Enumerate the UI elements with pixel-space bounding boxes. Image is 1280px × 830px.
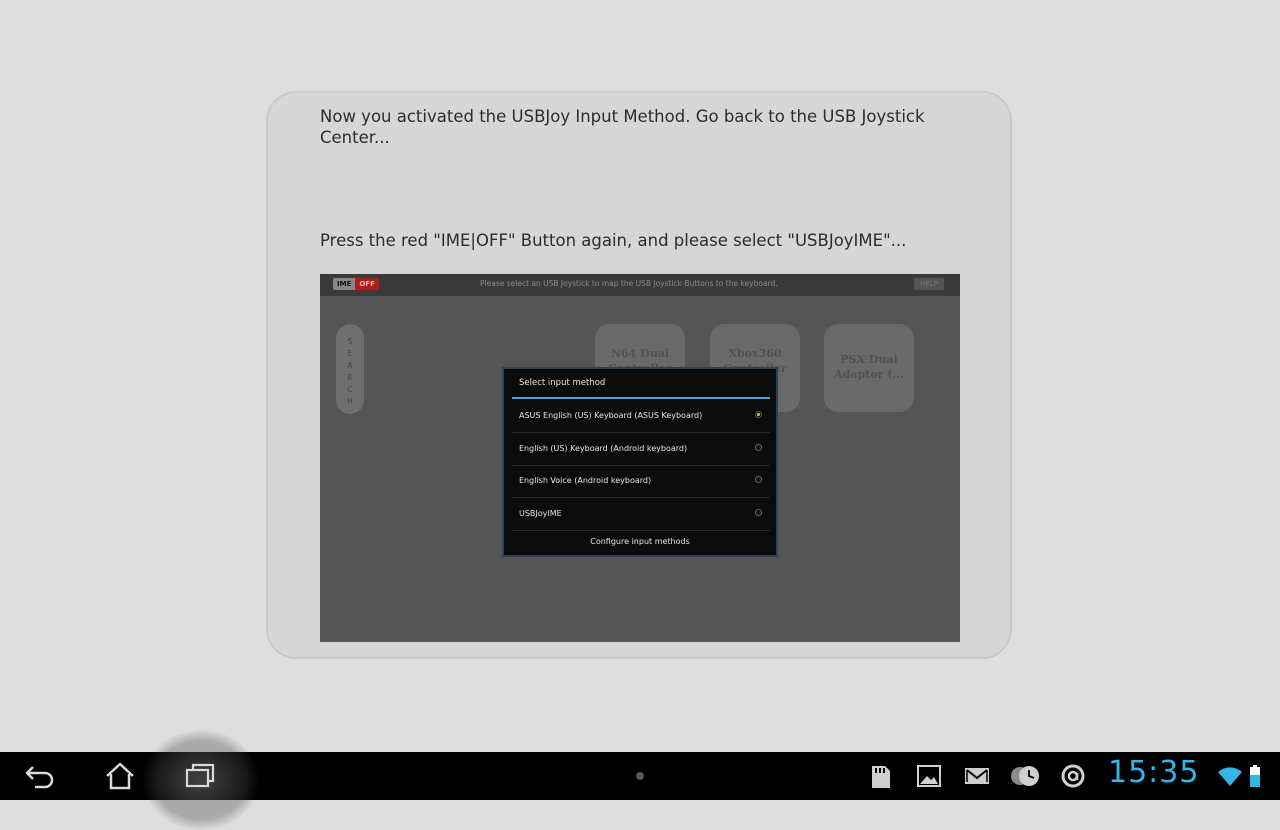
gallery-icon [917,765,941,787]
ime-label: IME [333,278,356,290]
radio-selected-icon [755,411,762,418]
battery-status[interactable] [1246,752,1264,800]
recent-apps-button[interactable] [178,752,222,800]
search-pill: S E A R C H [336,324,364,414]
home-icon [106,762,134,790]
dialog-title: Select input method [519,378,606,388]
screenshot-top-bar: IME OFF Please select an USB Joystick to… [320,274,960,296]
ime-off-button: IME OFF [333,278,379,290]
input-method-option: ASUS English (US) Keyboard (ASUS Keyboar… [512,400,770,433]
option-label: ASUS English (US) Keyboard (ASUS Keyboar… [519,411,703,420]
option-label: English Voice (Android keyboard) [519,476,652,485]
home-button[interactable] [98,752,142,800]
notification-dot [636,772,644,780]
radio-icon [755,444,762,451]
recent-apps-icon [185,763,215,788]
dialog-divider [512,397,770,399]
option-label: USBJoyIME [519,509,562,518]
sd-card-status[interactable] [866,752,896,800]
back-icon [25,766,54,789]
configure-input-methods: Configure input methods [590,537,690,546]
instruction-text-1: Now you activated the USBJoy Input Metho… [320,107,925,147]
asus-sync-status[interactable] [1058,752,1088,800]
off-label: OFF [355,278,379,290]
battery-icon [1250,765,1260,787]
gallery-status[interactable] [914,752,944,800]
radio-icon [755,476,762,483]
asus-sync-icon [1061,764,1085,788]
wifi-status[interactable] [1216,752,1244,800]
radio-icon [755,509,762,516]
tutorial-screenshot: IME OFF Please select an USB Joystick to… [320,274,960,642]
input-method-option: USBJoyIME [512,498,770,531]
search-letters: S E A R C H [347,337,353,406]
back-button[interactable] [18,752,62,800]
select-input-method-dialog: Select input method ASUS English (US) Ke… [502,367,778,557]
joystick-tile-psx: PSX Dual Adaptor (... [824,324,914,412]
gmail-status[interactable] [962,752,992,800]
input-method-option: English (US) Keyboard (Android keyboard) [512,433,770,466]
instruction-text-2: Press the red "IME|OFF" Button again, an… [320,231,907,250]
gmail-icon [965,768,989,784]
input-method-option: English Voice (Android keyboard) [512,465,770,498]
wifi-icon [1218,767,1242,786]
status-clock[interactable]: 15:35 [1108,755,1199,790]
sd-card-icon [872,766,890,788]
option-label: English (US) Keyboard (Android keyboard) [519,444,688,453]
help-button: HELP [914,278,944,290]
screenshot-hint-text: Please select an USB Joystick to map the… [480,279,778,288]
clock-app-icon [1011,766,1039,786]
clock-app-status[interactable] [1008,752,1042,800]
